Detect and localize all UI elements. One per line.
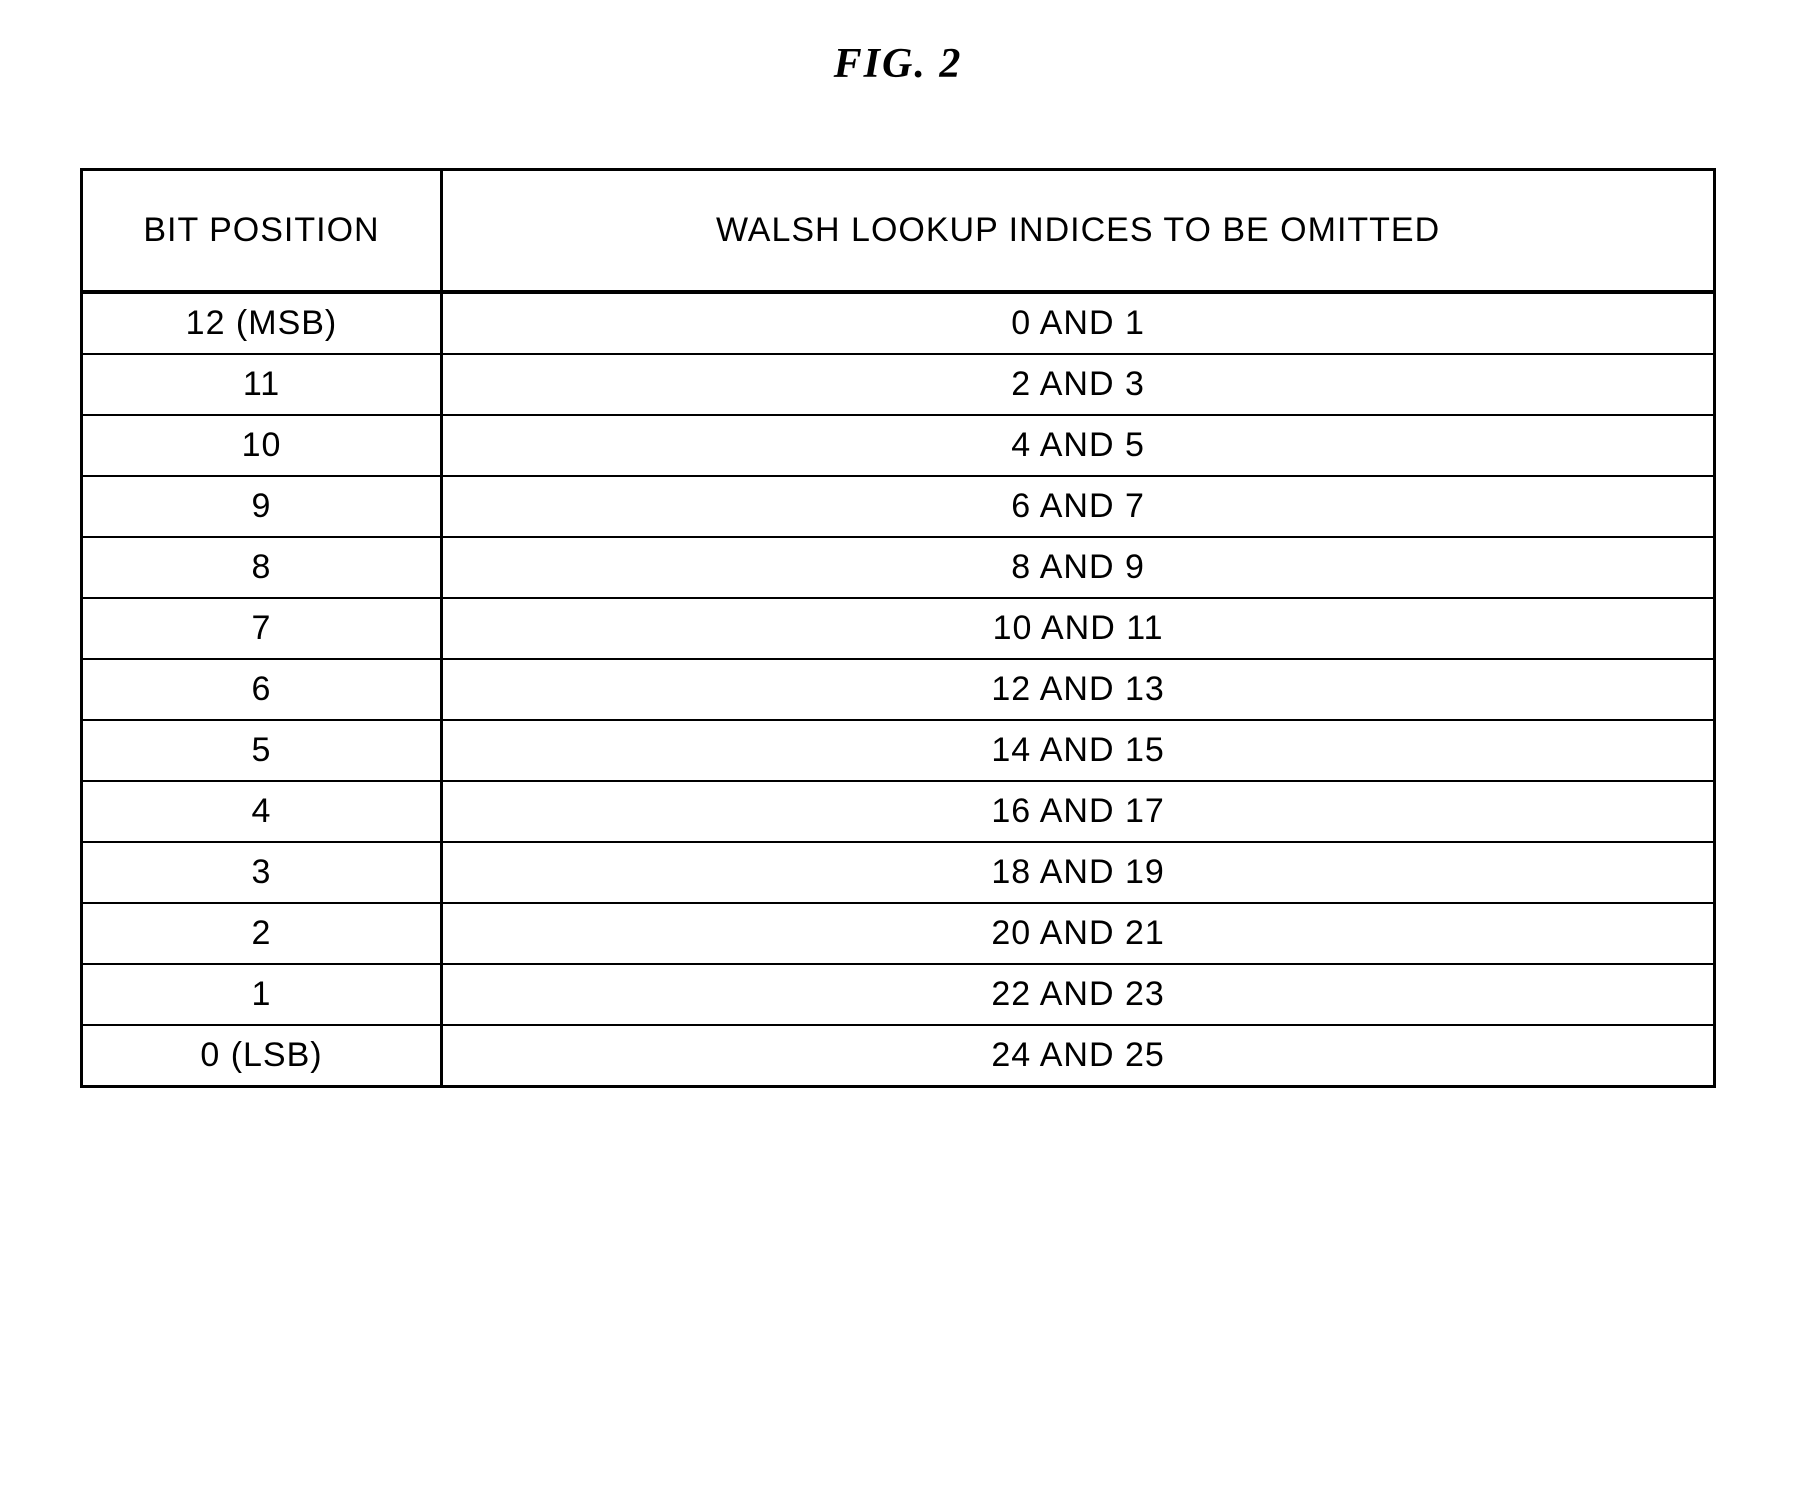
table-row: 1 22 AND 23 <box>83 964 1713 1025</box>
table-body: 12 (MSB) 0 AND 1 11 2 AND 3 10 4 AND 5 9… <box>83 292 1713 1085</box>
cell-indices: 22 AND 23 <box>442 964 1714 1025</box>
cell-bit-position: 7 <box>83 598 442 659</box>
cell-bit-position: 1 <box>83 964 442 1025</box>
cell-bit-position: 6 <box>83 659 442 720</box>
cell-bit-position: 9 <box>83 476 442 537</box>
table-row: 7 10 AND 11 <box>83 598 1713 659</box>
header-bit-position: BIT POSITION <box>83 171 442 292</box>
table-row: 11 2 AND 3 <box>83 354 1713 415</box>
cell-bit-position: 10 <box>83 415 442 476</box>
table-row: 9 6 AND 7 <box>83 476 1713 537</box>
cell-indices: 2 AND 3 <box>442 354 1714 415</box>
cell-bit-position: 2 <box>83 903 442 964</box>
cell-indices: 8 AND 9 <box>442 537 1714 598</box>
table-header-row: BIT POSITION WALSH LOOKUP INDICES TO BE … <box>83 171 1713 292</box>
table-row: 4 16 AND 17 <box>83 781 1713 842</box>
cell-bit-position: 8 <box>83 537 442 598</box>
table-row: 12 (MSB) 0 AND 1 <box>83 292 1713 354</box>
cell-indices: 24 AND 25 <box>442 1025 1714 1085</box>
table-row: 2 20 AND 21 <box>83 903 1713 964</box>
cell-indices: 12 AND 13 <box>442 659 1714 720</box>
cell-indices: 18 AND 19 <box>442 842 1714 903</box>
cell-indices: 0 AND 1 <box>442 292 1714 354</box>
table-container: BIT POSITION WALSH LOOKUP INDICES TO BE … <box>80 168 1716 1088</box>
cell-indices: 16 AND 17 <box>442 781 1714 842</box>
cell-indices: 20 AND 21 <box>442 903 1714 964</box>
cell-bit-position: 3 <box>83 842 442 903</box>
header-walsh-indices: WALSH LOOKUP INDICES TO BE OMITTED <box>442 171 1714 292</box>
cell-bit-position: 4 <box>83 781 442 842</box>
cell-bit-position: 11 <box>83 354 442 415</box>
cell-bit-position: 5 <box>83 720 442 781</box>
cell-bit-position: 12 (MSB) <box>83 292 442 354</box>
table-row: 10 4 AND 5 <box>83 415 1713 476</box>
table-row: 6 12 AND 13 <box>83 659 1713 720</box>
cell-indices: 10 AND 11 <box>442 598 1714 659</box>
cell-indices: 4 AND 5 <box>442 415 1714 476</box>
table-row: 5 14 AND 15 <box>83 720 1713 781</box>
table-row: 0 (LSB) 24 AND 25 <box>83 1025 1713 1085</box>
cell-bit-position: 0 (LSB) <box>83 1025 442 1085</box>
table-row: 8 8 AND 9 <box>83 537 1713 598</box>
figure-title: FIG. 2 <box>834 40 963 88</box>
cell-indices: 6 AND 7 <box>442 476 1714 537</box>
cell-indices: 14 AND 15 <box>442 720 1714 781</box>
data-table: BIT POSITION WALSH LOOKUP INDICES TO BE … <box>83 171 1713 1085</box>
table-row: 3 18 AND 19 <box>83 842 1713 903</box>
